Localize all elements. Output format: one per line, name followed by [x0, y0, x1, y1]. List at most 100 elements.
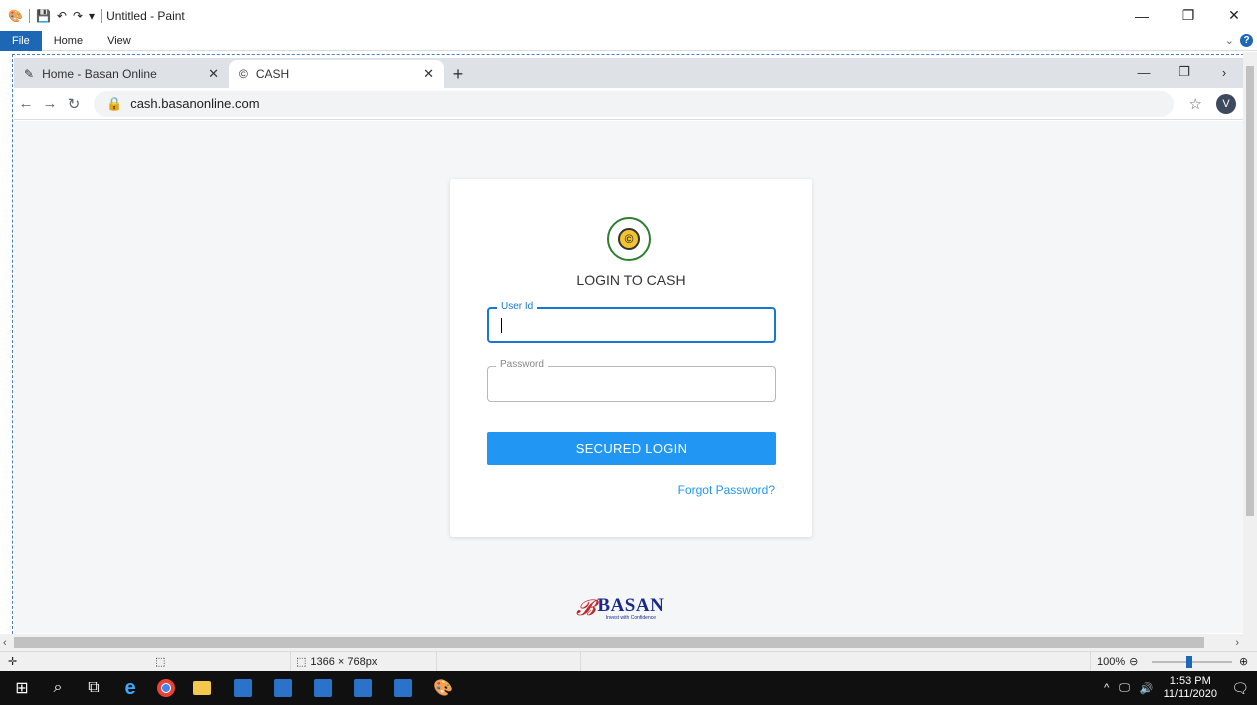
close-tab-icon[interactable]: ✕ — [208, 66, 219, 82]
bookmark-star-icon[interactable]: ☆ — [1189, 95, 1202, 113]
volume-icon[interactable]: 🔊 — [1140, 682, 1154, 695]
address-bar: ← → ↻ 🔒 cash.basanonline.com ☆ V — [14, 88, 1244, 120]
url-text: cash.basanonline.com — [130, 96, 260, 111]
minimize-button[interactable]: — — [1119, 0, 1165, 31]
address-bar-actions: ☆ V — [1189, 93, 1236, 114]
taskbar-app-osfl[interactable] — [225, 671, 261, 705]
clock[interactable]: 1:53 PM 11/11/2020 — [1164, 675, 1217, 701]
divider — [101, 8, 103, 23]
browser-tab-strip: ✎ Home - Basan Online ✕ © CASH ✕ + — ❐ › — [14, 58, 1244, 88]
profile-avatar[interactable]: V — [1216, 93, 1236, 114]
horizontal-scrollbar[interactable]: ‹ › — [0, 634, 1257, 651]
system-tray: ^ 🖵 🔊 1:53 PM 11/11/2020 — [1104, 671, 1217, 705]
vertical-scrollbar[interactable] — [1243, 52, 1257, 634]
tab-cash[interactable]: © CASH ✕ — [229, 60, 444, 88]
browser-window-controls: — ❐ › — [1124, 58, 1244, 86]
customize-dropdown-icon[interactable]: ▾ — [89, 9, 95, 23]
scrollbar-thumb[interactable] — [14, 637, 1204, 648]
start-button[interactable]: ⊞ — [4, 671, 40, 705]
browser-minimize-button[interactable]: — — [1124, 58, 1164, 86]
help-icon[interactable]: ? — [1240, 34, 1253, 47]
redo-icon[interactable]: ↷ — [73, 9, 83, 23]
divider — [436, 652, 437, 672]
save-icon[interactable]: 💾 — [36, 9, 51, 23]
close-button[interactable]: ✕ — [1211, 0, 1257, 31]
basan-favicon-icon: ✎ — [24, 67, 35, 81]
forward-icon[interactable]: → — [38, 95, 62, 112]
app-shortcut-icon — [394, 679, 412, 697]
paint-title-bar: 🎨 💾 ↶ ↷ ▾ Untitled - Paint — ❐ ✕ — [0, 0, 1257, 31]
selection-size-icon: ⬚ — [155, 656, 166, 668]
divider — [1090, 652, 1091, 672]
internet-explorer-icon[interactable]: e — [112, 671, 148, 705]
taskbar-app-cubb[interactable] — [265, 671, 301, 705]
quick-access-toolbar: 🎨 💾 ↶ ↷ ▾ — [0, 8, 103, 23]
back-icon[interactable]: ← — [14, 95, 38, 112]
canvas-size-text: 1366 × 768px — [310, 655, 378, 668]
paint-app-icon[interactable]: 🎨 — [8, 9, 23, 23]
forgot-password-link[interactable]: Forgot Password? — [678, 483, 775, 497]
chrome-icon[interactable] — [148, 671, 184, 705]
zoom-level-cell: 100% ⊖ — [1097, 655, 1138, 669]
login-card: © LOGIN TO CASH User Id Password SECURED… — [450, 179, 812, 537]
scroll-left-icon[interactable]: ‹ — [3, 637, 7, 649]
cash-favicon-icon: © — [239, 67, 248, 81]
screen: 🎨 💾 ↶ ↷ ▾ Untitled - Paint — ❐ ✕ File Ho… — [0, 0, 1257, 705]
brand-tagline: Invest with Confidence — [605, 614, 657, 621]
password-field[interactable]: Password — [487, 359, 776, 402]
task-view-icon[interactable]: ⧉ — [76, 671, 112, 705]
basan-logo: 𝓑 BASAN Invest with Confidence — [576, 595, 664, 621]
scrollbar-thumb[interactable] — [1246, 66, 1254, 516]
taskbar-app-bapex[interactable] — [345, 671, 381, 705]
window-controls: — ❐ ✕ — [1119, 0, 1257, 31]
zoom-level-text: 100% — [1097, 655, 1126, 668]
login-title: LOGIN TO CASH — [576, 272, 686, 288]
windows-taskbar: ⊞ ⌕ ⧉ e 🎨 ^ 🖵 🔊 1:53 PM 11/11/2020 🗨 — [0, 671, 1257, 705]
reload-icon[interactable]: ↻ — [62, 95, 86, 113]
ribbon-tab-home[interactable]: Home — [42, 31, 95, 51]
search-icon[interactable]: ⌕ — [40, 671, 76, 705]
ribbon-tab-view[interactable]: View — [95, 31, 143, 51]
web-page: © LOGIN TO CASH User Id Password SECURED… — [14, 121, 1243, 633]
new-tab-button[interactable]: + — [444, 60, 472, 88]
taskbar-app-com[interactable] — [385, 671, 421, 705]
taskbar-app-kra[interactable] — [305, 671, 341, 705]
user-id-input[interactable] — [489, 309, 774, 341]
undo-icon[interactable]: ↶ — [57, 9, 67, 23]
paint-status-bar: ✛ ⬚ ⬚ 1366 × 768px 100% ⊖ ⊕ — [0, 651, 1257, 672]
browser-restore-button[interactable]: ❐ — [1164, 58, 1204, 86]
clock-time: 1:53 PM — [1169, 675, 1211, 687]
browser-more-icon[interactable]: › — [1204, 58, 1244, 86]
coin-icon: © — [618, 228, 640, 250]
ribbon-right-controls: ⌄ ? — [1225, 34, 1253, 47]
paint-ribbon: File Home View ⌄ ? — [0, 30, 1257, 51]
tab-home-basan[interactable]: ✎ Home - Basan Online ✕ — [14, 60, 229, 88]
cash-logo: © — [607, 217, 651, 261]
secured-login-button[interactable]: SECURED LOGIN — [487, 432, 776, 465]
network-icon[interactable]: 🖵 — [1119, 682, 1130, 695]
app-shortcut-icon — [354, 679, 372, 697]
lock-icon[interactable]: 🔒 — [106, 96, 122, 112]
zoom-in-icon[interactable]: ⊕ — [1239, 655, 1248, 668]
window-title: Untitled - Paint — [106, 8, 185, 23]
canvas-size-cell: ⬚ 1366 × 768px — [296, 655, 378, 669]
close-tab-icon[interactable]: ✕ — [423, 66, 434, 82]
zoom-out-icon[interactable]: ⊖ — [1129, 655, 1138, 668]
file-explorer-icon[interactable] — [184, 671, 220, 705]
restore-button[interactable]: ❐ — [1165, 0, 1211, 31]
paint-taskbar-icon[interactable]: 🎨 — [425, 671, 461, 705]
show-hidden-icons-icon[interactable]: ^ — [1104, 682, 1109, 694]
canvas-size-icon: ⬚ — [296, 656, 307, 668]
chevron-down-icon[interactable]: ⌄ — [1225, 34, 1234, 47]
zoom-slider-thumb[interactable] — [1186, 656, 1192, 668]
zoom-slider-track[interactable] — [1152, 661, 1232, 663]
ribbon-tab-file[interactable]: File — [0, 30, 42, 51]
text-caret — [501, 318, 502, 333]
scroll-right-icon[interactable]: › — [1235, 637, 1239, 649]
basan-swirl-icon: 𝓑 — [576, 595, 596, 620]
user-id-field[interactable]: User Id — [487, 301, 776, 343]
password-input[interactable] — [488, 367, 775, 401]
notification-center-icon[interactable]: 🗨 — [1231, 680, 1249, 697]
tab-label: Home - Basan Online — [42, 67, 157, 81]
url-field[interactable]: 🔒 cash.basanonline.com — [94, 90, 1174, 117]
